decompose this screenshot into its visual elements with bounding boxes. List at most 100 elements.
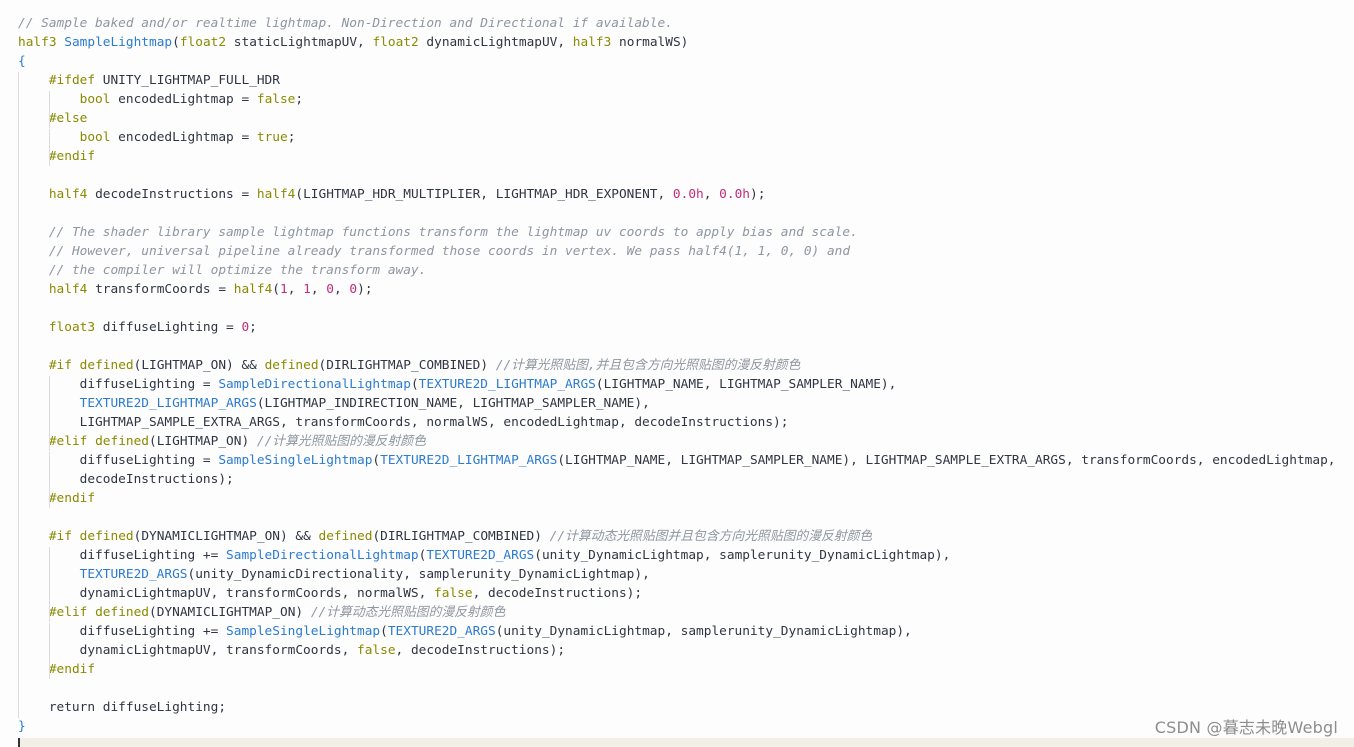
code-token: normalWS) [611,35,689,50]
code-token: ( [372,453,381,468]
code-line: half3 SampleLightmap(float2 staticLightm… [18,33,688,52]
code-line: half4 decodeInstructions = half4(LIGHTMA… [18,185,766,204]
code-token: (DYNAMICLIGHTMAP_ON) && [133,529,319,544]
code-line: diffuseLighting = SampleDirectionalLight… [18,375,897,394]
code-token: #endif [48,149,96,164]
code-token: , [287,282,304,297]
code-token: //计算动态光照贴图并且包含方向光照贴图的漫反射颜色 [549,529,873,544]
code-line: // However, universal pipeline already t… [18,242,850,261]
code-token: //计算光照贴图,并且包含方向光照贴图的漫反射颜色 [495,358,801,373]
code-line: diffuseLighting += SampleSingleLightmap(… [18,622,912,641]
indent-guide [49,91,50,128]
code-token: #elif [48,434,88,449]
code-token: , decodeInstructions); [395,643,566,658]
code-token: (unity_DynamicLightmap, samplerunity_Dyn… [495,624,912,639]
code-token: 0 [326,282,334,297]
code-token: (LIGHTMAP_NAME, LIGHTMAP_SAMPLER_NAME), [595,377,897,392]
code-token: TEXTURE2D_ARGS [79,567,188,582]
code-editor[interactable]: // Sample baked and/or realtime lightmap… [0,0,1354,747]
code-token: 0.0h [672,187,704,202]
code-token: LIGHTMAP_SAMPLE_EXTRA_ARGS, transformCoo… [18,415,789,430]
code-token: SampleDirectionalLightmap [218,377,411,392]
code-token: } [18,719,26,734]
code-line: bool encodedLightmap = true; [18,128,296,147]
code-token: half4 [256,187,296,202]
code-token: SampleDirectionalLightmap [226,548,419,563]
code-line: { [18,52,26,71]
code-line: diffuseLighting = SampleSingleLightmap(T… [18,451,1336,470]
code-token: defined [79,358,134,373]
code-line: float3 diffuseLighting = 0; [18,318,257,337]
code-token: 0 [349,282,358,297]
code-token: SampleSingleLightmap [226,624,381,639]
indent-guide [18,72,19,718]
code-line: #else [18,109,88,128]
code-token: UNITY_LIGHTMAP_FULL_HDR [95,73,280,88]
code-token: (LIGHTMAP_ON) [149,434,257,449]
code-token: #if [48,529,72,544]
code-token: //计算动态光照贴图的漫反射颜色 [310,605,506,620]
code-token: #else [48,111,88,126]
code-token: // The shader library sample lightmap fu… [48,225,858,240]
code-token: (LIGHTMAP_NAME, LIGHTMAP_SAMPLER_NAME), … [557,453,1336,468]
code-token: (LIGHTMAP_ON) && [133,358,265,373]
code-token: ); [749,187,766,202]
code-token: half3 [18,35,57,50]
code-token: decodeInstructions = [87,187,257,202]
code-token: half4 [233,282,273,297]
code-line: #endif [18,489,95,508]
code-token: defined [264,358,319,373]
code-token: false [434,586,473,601]
code-line: diffuseLighting += SampleDirectionalLigh… [18,546,951,565]
code-token: (DYNAMICLIGHTMAP_ON) [149,605,311,620]
code-line: dynamicLightmapUV, transformCoords, fals… [18,641,565,660]
code-line: // the compiler will optimize the transf… [18,261,427,280]
code-token: defined [79,529,134,544]
code-token: , [703,187,720,202]
code-token: defined [95,434,150,449]
code-token: #endif [48,491,96,506]
code-line: #elif defined(LIGHTMAP_ON) //计算光照贴图的漫反射颜… [18,432,426,451]
code-line: half4 transformCoords = half4(1, 1, 0, 0… [18,280,373,299]
code-token: dynamicLightmapUV, transformCoords, [18,643,357,658]
code-token: encodedLightmap = [110,92,257,107]
code-token: 0 [241,320,250,335]
code-line: // The shader library sample lightmap fu… [18,223,858,242]
code-token: bool [79,130,111,145]
code-line: decodeInstructions); [18,470,234,489]
code-token: ( [272,282,280,297]
code-token: (unity_DynamicLightmap, samplerunity_Dyn… [534,548,951,563]
code-token: ; [249,320,257,335]
code-token: float2 [179,35,227,50]
code-line: #elif defined(DYNAMICLIGHTMAP_ON) //计算动态… [18,603,506,622]
code-token: #if [48,358,72,373]
code-line: TEXTURE2D_ARGS(unity_DynamicDirectionali… [18,565,650,584]
current-line-highlight [18,738,1354,747]
code-token: ); [357,282,373,297]
code-token: bool [79,92,111,107]
indent-guide [49,376,50,451]
watermark: CSDN @暮志未晚Webgl [1154,718,1338,737]
code-token: #elif [48,605,88,620]
indent-guide [49,623,50,679]
code-token: decodeInstructions); [18,472,234,487]
code-token: TEXTURE2D_ARGS [387,624,496,639]
code-line: #ifdef UNITY_LIGHTMAP_FULL_HDR [18,71,280,90]
code-token: TEXTURE2D_LIGHTMAP_ARGS [418,377,596,392]
code-token: float3 [48,320,96,335]
code-token: TEXTURE2D_LIGHTMAP_ARGS [79,396,257,411]
